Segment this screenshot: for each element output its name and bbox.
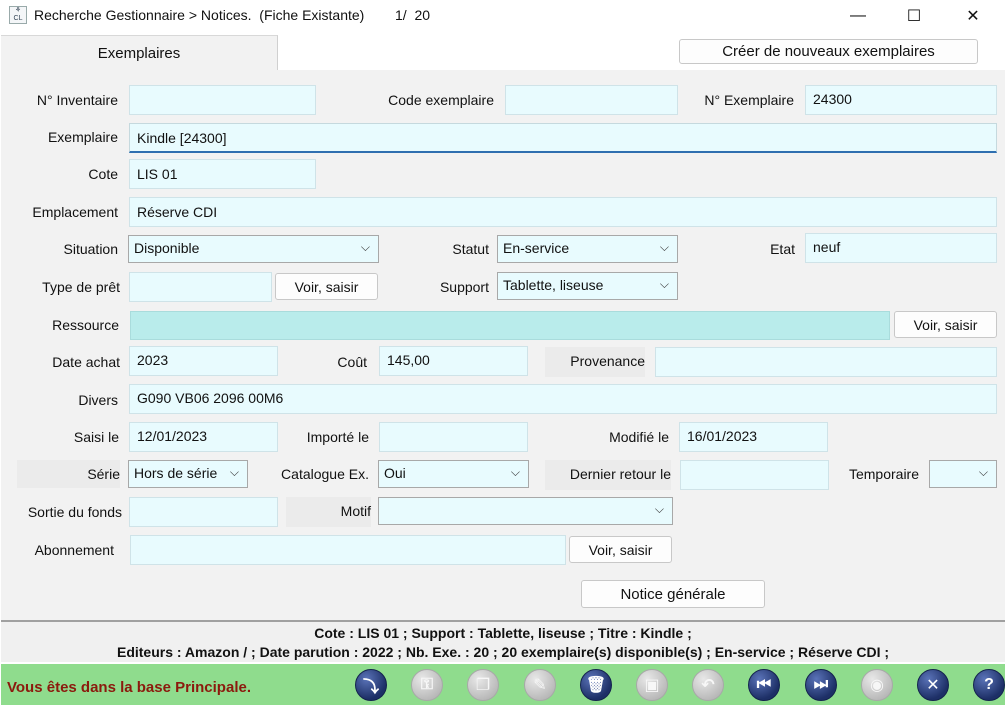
serie-select[interactable]: Hors de série ⌵	[128, 460, 248, 488]
date-achat-label: Date achat	[52, 354, 120, 370]
modifie-le-field[interactable]: 16/01/2023	[679, 422, 828, 452]
emplacement-label: Emplacement	[32, 204, 118, 220]
importe-le-field[interactable]	[379, 422, 528, 452]
minimize-icon: —	[850, 7, 866, 24]
summary-line-1: Cote : LIS 01 ; Support : Tablette, lise…	[314, 625, 692, 641]
status-message: Vous êtes dans la base Principale.	[7, 679, 251, 696]
inventaire-label: N° Inventaire	[36, 92, 118, 108]
chevron-down-icon: ⌵	[227, 465, 239, 480]
saisi-le-label: Saisi le	[73, 429, 119, 445]
sortie-fonds-field[interactable]	[129, 497, 278, 527]
record-summary: Cote : LIS 01 ; Support : Tablette, lise…	[1, 620, 1005, 662]
motif-select[interactable]: ⌵	[378, 497, 673, 525]
temporaire-label: Temporaire	[848, 466, 919, 482]
code-exemplaire-field[interactable]	[505, 85, 678, 115]
exemplaire-label: Exemplaire	[47, 129, 118, 145]
catalogue-select[interactable]: Oui ⌵	[378, 460, 529, 488]
title-bar: ⚘ CL Recherche Gestionnaire > Notices. (F…	[0, 0, 1005, 32]
provenance-field[interactable]	[655, 347, 997, 377]
help-icon[interactable]: ?	[973, 669, 1005, 701]
disk-icon: ▣	[636, 669, 668, 701]
divers-label: Divers	[78, 392, 118, 408]
etat-field[interactable]: neuf	[805, 233, 997, 263]
etat-label: Etat	[770, 241, 795, 257]
chevron-down-icon: ⌵	[659, 277, 669, 291]
saisi-le-field[interactable]: 12/01/2023	[129, 422, 278, 452]
sortie-fonds-label: Sortie du fonds	[27, 504, 122, 520]
cout-field[interactable]: 145,00	[379, 346, 528, 376]
provenance-label: Provenance	[545, 347, 645, 377]
eye-icon: ◉	[861, 669, 893, 701]
num-exemplaire-field[interactable]: 24300	[805, 85, 997, 115]
inventaire-field[interactable]	[129, 85, 316, 115]
ressource-field[interactable]	[130, 311, 890, 340]
notice-generale-button[interactable]: Notice générale	[581, 580, 765, 608]
record-position: 1/ 20	[395, 7, 431, 23]
close-button[interactable]: ✕	[950, 0, 996, 32]
type-pret-button[interactable]: Voir, saisir	[275, 273, 378, 300]
status-bar: Vous êtes dans la base Principale.	[1, 664, 1005, 705]
exemplaire-field[interactable]: Kindle [24300]	[129, 123, 997, 153]
support-label: Support	[439, 279, 489, 295]
situation-value: Disponible	[134, 240, 200, 256]
importe-le-label: Importé le	[306, 429, 369, 445]
close-circle-icon[interactable]: ✕	[917, 669, 949, 701]
situation-select[interactable]: Disponible ⌵	[128, 235, 379, 263]
create-copies-button[interactable]: Créer de nouveaux exemplaires	[679, 39, 978, 64]
chevron-down-icon: ⌵	[510, 465, 520, 479]
type-pret-field[interactable]	[129, 272, 272, 302]
type-pret-label: Type de prêt	[42, 279, 120, 295]
next-record-icon[interactable]: ⏭	[805, 669, 837, 701]
summary-line-2: Editeurs : Amazon / ; Date parution : 20…	[116, 644, 890, 660]
num-exemplaire-label: N° Exemplaire	[704, 92, 794, 108]
cote-label: Cote	[88, 166, 118, 182]
ressource-label: Ressource	[52, 317, 119, 333]
temporaire-select[interactable]: ⌵	[929, 460, 997, 488]
cote-field[interactable]: LIS 01	[129, 159, 316, 189]
chevron-down-icon: ⌵	[360, 240, 370, 254]
undo-icon: ↶	[692, 669, 724, 701]
cout-label: Coût	[337, 354, 367, 370]
dernier-retour-field[interactable]	[680, 460, 829, 490]
save-to-base-icon[interactable]: ⤵	[355, 669, 387, 701]
abonnement-button[interactable]: Voir, saisir	[569, 536, 672, 563]
ressource-button[interactable]: Voir, saisir	[894, 311, 997, 338]
window-title: Recherche Gestionnaire > Notices. (Fiche…	[34, 7, 365, 23]
edit-icon: ✎	[524, 669, 556, 701]
statut-select[interactable]: En-service ⌵	[497, 235, 678, 263]
copy-icon: ❐	[467, 669, 499, 701]
maximize-button[interactable]: ☐	[891, 0, 937, 32]
catalogue-value: Oui	[384, 465, 406, 481]
key-icon: ⚿	[411, 669, 443, 701]
abonnement-field[interactable]	[130, 535, 566, 565]
dernier-retour-label: Dernier retour le	[545, 460, 671, 490]
modifie-le-label: Modifié le	[609, 429, 669, 445]
statut-label: Statut	[452, 241, 489, 257]
support-select[interactable]: Tablette, liseuse ⌵	[497, 272, 678, 300]
chevron-down-icon: ⌵	[978, 465, 988, 479]
statut-value: En-service	[503, 240, 570, 256]
chevron-down-icon: ⌵	[659, 240, 669, 254]
app-icon: ⚘ CL	[9, 6, 27, 24]
chevron-down-icon: ⌵	[654, 502, 664, 516]
date-achat-field[interactable]: 2023	[129, 346, 278, 376]
catalogue-label: Catalogue Ex.	[281, 466, 369, 482]
serie-value: Hors de série	[134, 465, 218, 481]
code-exemplaire-label: Code exemplaire	[388, 92, 494, 108]
tab-exemplaires[interactable]: Exemplaires	[1, 35, 278, 71]
first-record-icon[interactable]: ⏮	[748, 669, 780, 701]
abonnement-label: Abonnement	[34, 542, 114, 558]
motif-label: Motif	[286, 497, 371, 527]
trash-icon[interactable]: 🗑	[580, 669, 612, 701]
minimize-button[interactable]: —	[835, 0, 881, 32]
serie-label: Série	[17, 460, 120, 488]
support-value: Tablette, liseuse	[503, 277, 604, 293]
maximize-icon: ☐	[906, 8, 922, 25]
situation-label: Situation	[63, 241, 118, 257]
close-icon: ✕	[966, 8, 980, 25]
divers-field[interactable]: G090 VB06 2096 00M6	[129, 384, 997, 414]
emplacement-field[interactable]: Réserve CDI	[129, 197, 997, 227]
